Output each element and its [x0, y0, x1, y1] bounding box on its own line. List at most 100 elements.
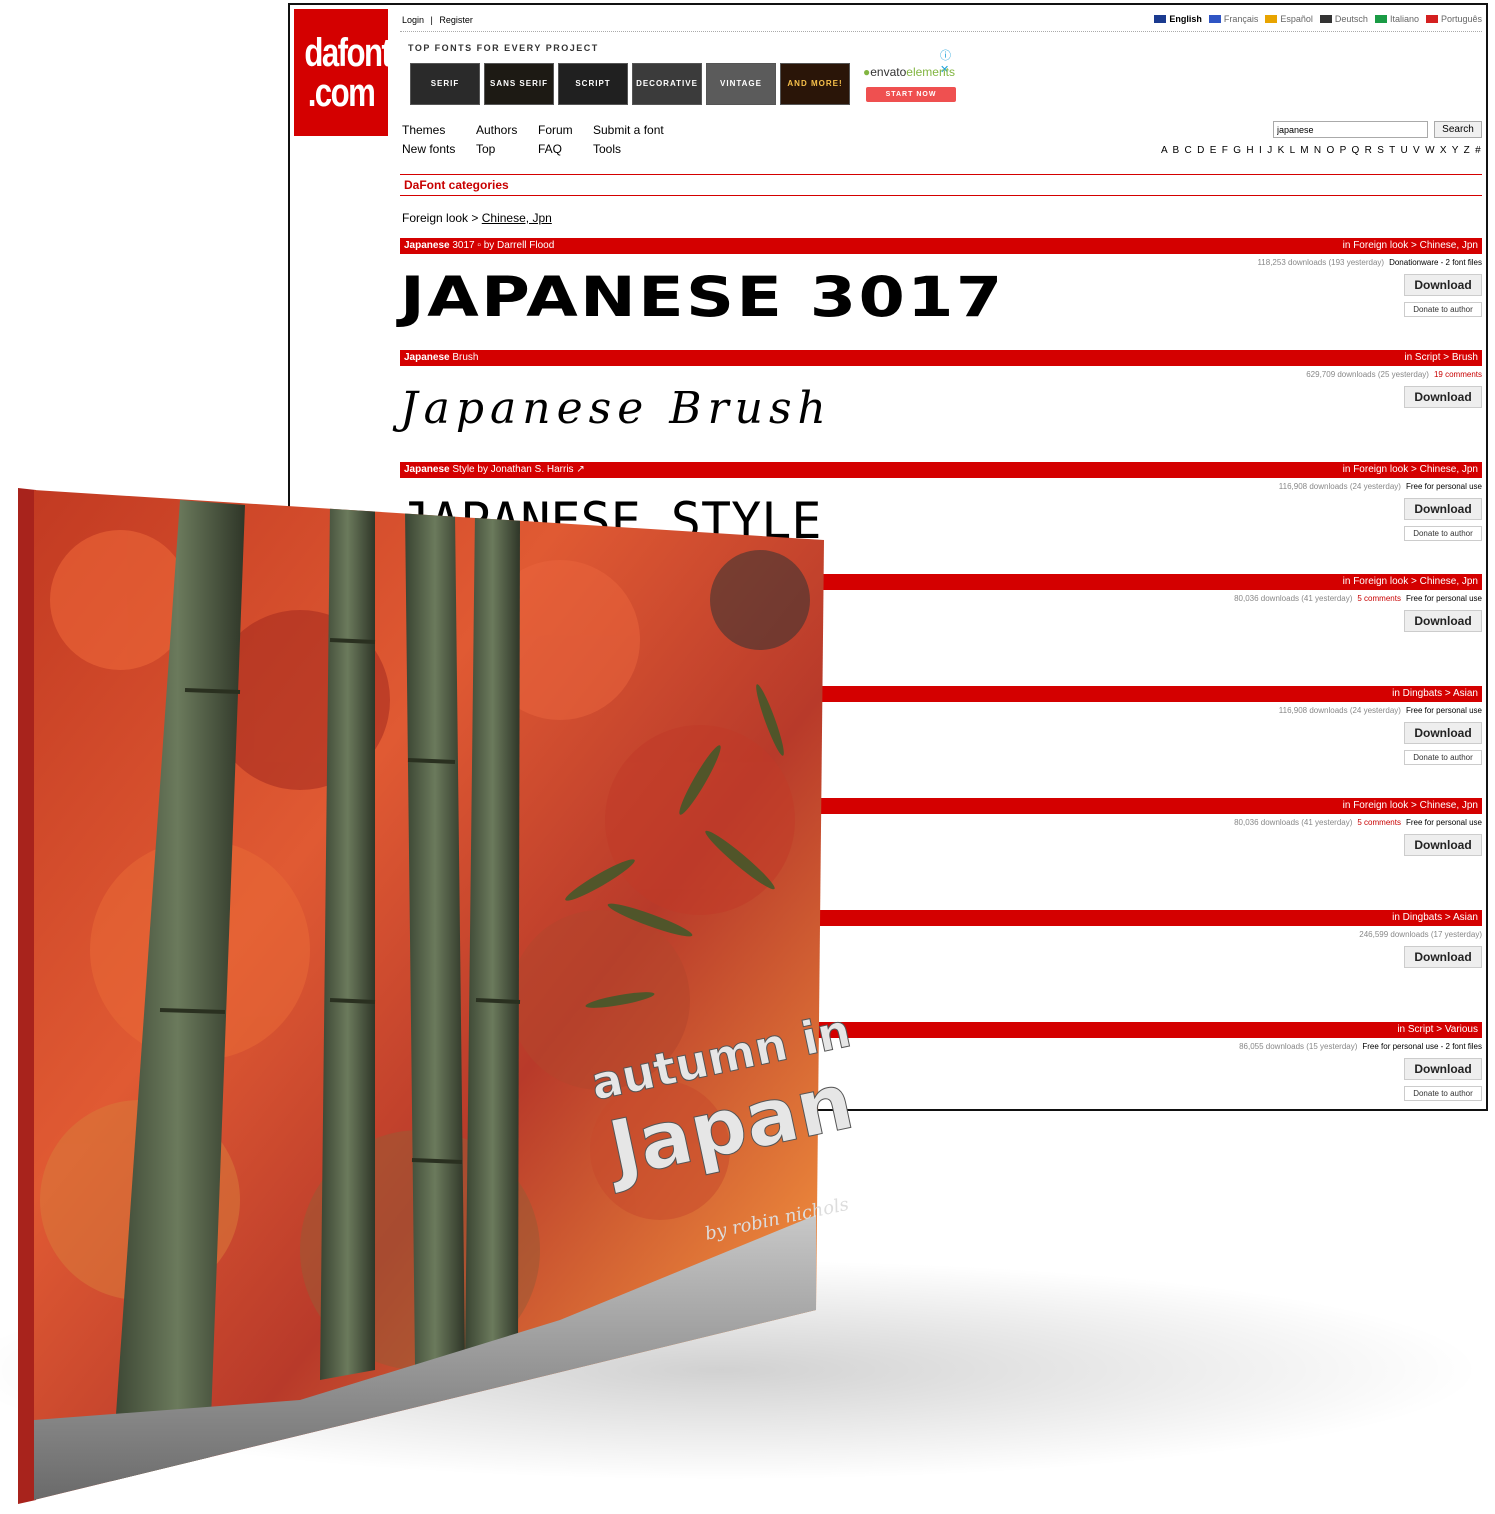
login-link[interactable]: Login: [402, 15, 424, 25]
font-meta: 80,036 downloads (41 yesterday) 5 comment…: [1234, 818, 1482, 827]
comments-link[interactable]: 5 comments: [1357, 594, 1401, 603]
download-button[interactable]: Download: [1404, 386, 1482, 408]
flag-icon: [1154, 15, 1167, 23]
font-name-rest: Brush: [449, 352, 479, 363]
download-count: 80,036 downloads (41 yesterday): [1234, 818, 1353, 827]
flag-icon: [1265, 15, 1278, 23]
ad-tile[interactable]: AND MORE!: [780, 63, 850, 105]
language-option[interactable]: Español: [1265, 14, 1313, 24]
license-label: Free for personal use: [1405, 818, 1482, 827]
ad-tile[interactable]: SCRIPT: [558, 63, 628, 105]
font-preview[interactable]: Japanese Brush: [400, 374, 832, 444]
font-name-rest: 3017 ▫ by Darrell Flood: [449, 240, 555, 251]
ad-tile[interactable]: SANS SERIF: [484, 63, 554, 105]
font-meta: 116,908 downloads (24 yesterday) Free for…: [1279, 706, 1482, 715]
flag-icon: [1374, 15, 1387, 23]
font-meta: 118,253 downloads (193 yesterday) Donatio…: [1257, 258, 1482, 267]
font-category[interactable]: in Foreign look > Chinese, Jpn: [1343, 462, 1478, 478]
search-bar: Search: [1273, 121, 1482, 138]
language-option[interactable]: Português: [1425, 14, 1482, 24]
comments-link[interactable]: 19 comments: [1434, 370, 1482, 379]
download-count: 246,599 downloads (17 yesterday): [1359, 930, 1482, 939]
language-option[interactable]: Deutsch: [1319, 14, 1368, 24]
font-category[interactable]: in Script > Brush: [1404, 350, 1478, 366]
font-name-bold: Japanese: [404, 464, 450, 475]
language-option[interactable]: Français: [1208, 14, 1258, 24]
search-button[interactable]: Search: [1434, 121, 1482, 138]
nav-link[interactable]: New fonts: [402, 142, 476, 156]
donate-button[interactable]: Donate to author: [1404, 750, 1482, 765]
download-count: 86,055 downloads (15 yesterday): [1239, 1042, 1358, 1051]
donate-button[interactable]: Donate to author: [1404, 526, 1482, 541]
font-category[interactable]: in Foreign look > Chinese, Jpn: [1343, 238, 1478, 254]
language-label: Deutsch: [1334, 14, 1368, 24]
font-name-bold: Japanese: [404, 352, 450, 363]
logo-line1: dafont: [304, 31, 392, 75]
font-category[interactable]: in Dingbats > Asian: [1392, 910, 1478, 926]
download-button[interactable]: Download: [1404, 722, 1482, 744]
font-name[interactable]: Japanese 3017 ▫ by Darrell Flood: [404, 238, 554, 254]
main-nav: Themes Authors Forum Submit a font New fonts…: [402, 123, 683, 156]
logo-line2: .com: [307, 71, 376, 115]
breadcrumb: Foreign look > Chinese, Jpn: [402, 211, 552, 225]
envato-logo: ●envatoelements: [863, 65, 955, 79]
language-selector: English Français Español Deutsch Italiano Por…: [1154, 14, 1482, 24]
download-button[interactable]: Download: [1404, 834, 1482, 856]
license-label: Free for personal use: [1405, 594, 1482, 603]
breadcrumb-current[interactable]: Chinese, Jpn: [482, 211, 552, 225]
nav-link[interactable]: Authors: [476, 123, 538, 137]
font-category[interactable]: in Foreign look > Chinese, Jpn: [1343, 574, 1478, 590]
flag-icon: [1208, 15, 1221, 23]
font-meta: 86,055 downloads (15 yesterday) Free for …: [1239, 1042, 1482, 1051]
account-links: Login | Register: [402, 15, 477, 25]
download-button[interactable]: Download: [1404, 274, 1482, 296]
font-meta: 116,908 downloads (24 yesterday) Free for…: [1279, 482, 1482, 491]
start-now-button[interactable]: START NOW: [866, 87, 956, 102]
license-label: Donationware - 2 font files: [1389, 258, 1482, 267]
breadcrumb-separator: >: [471, 211, 479, 225]
download-count: 80,036 downloads (41 yesterday): [1234, 594, 1353, 603]
font-meta: 629,709 downloads (25 yesterday) 19 comme…: [1306, 370, 1482, 379]
comments-link[interactable]: 5 comments: [1357, 818, 1401, 827]
search-input[interactable]: [1273, 121, 1428, 138]
font-preview[interactable]: JAPANESE 3017: [400, 264, 1005, 331]
bamboo-stalk: [405, 510, 465, 1365]
font-entry: Japanese 3017 ▫ by Darrell Flood in Forei…: [400, 238, 1482, 350]
dafont-logo[interactable]: dafont .com: [294, 9, 392, 136]
download-button[interactable]: Download: [1404, 946, 1482, 968]
font-category[interactable]: in Foreign look > Chinese, Jpn: [1343, 798, 1478, 814]
language-label: English: [1169, 14, 1202, 24]
register-link[interactable]: Register: [439, 15, 473, 25]
envato-brand-suffix: elements: [906, 65, 955, 79]
font-entry: Japanese Brush in Script > Brush 629,709 d…: [400, 350, 1482, 462]
donate-button[interactable]: Donate to author: [1404, 302, 1482, 317]
nav-link[interactable]: Tools: [593, 142, 683, 156]
nav-link[interactable]: FAQ: [538, 142, 593, 156]
font-name[interactable]: Japanese Brush: [404, 350, 479, 366]
download-button[interactable]: Download: [1404, 498, 1482, 520]
ad-tile[interactable]: DECORATIVE: [632, 63, 702, 105]
nav-link[interactable]: Submit a font: [593, 123, 683, 137]
language-option[interactable]: Italiano: [1374, 14, 1419, 24]
download-button[interactable]: Download: [1404, 1058, 1482, 1080]
nav-link[interactable]: Forum: [538, 123, 593, 137]
font-category[interactable]: in Script > Various: [1397, 1022, 1478, 1038]
ad-tile[interactable]: VINTAGE: [706, 63, 776, 105]
font-meta: 80,036 downloads (41 yesterday) 5 comment…: [1234, 594, 1482, 603]
nav-link[interactable]: Themes: [402, 123, 476, 137]
language-option[interactable]: English: [1154, 14, 1202, 24]
license-label: Free for personal use: [1405, 706, 1482, 715]
ad-tile[interactable]: SERIF: [410, 63, 480, 105]
font-name[interactable]: Japanese Style by Jonathan S. Harris ↗: [404, 462, 585, 478]
download-button[interactable]: Download: [1404, 610, 1482, 632]
font-entry-header: Japanese 3017 ▫ by Darrell Flood in Forei…: [400, 238, 1482, 254]
font-category[interactable]: in Dingbats > Asian: [1392, 686, 1478, 702]
book-spine: [18, 488, 36, 1504]
donate-button[interactable]: Donate to author: [1404, 1086, 1482, 1101]
advertisement[interactable]: TOP FONTS FOR EVERY PROJECT SERIF SANS SE…: [408, 43, 963, 109]
nav-link[interactable]: Top: [476, 142, 538, 156]
categories-heading: DaFont categories: [400, 174, 1482, 196]
download-count: 116,908 downloads (24 yesterday): [1278, 482, 1401, 491]
alphabet-nav[interactable]: A B C D E F G H I J K L M N O P Q R S T …: [1161, 145, 1482, 156]
license-label: Free for personal use: [1405, 482, 1482, 491]
